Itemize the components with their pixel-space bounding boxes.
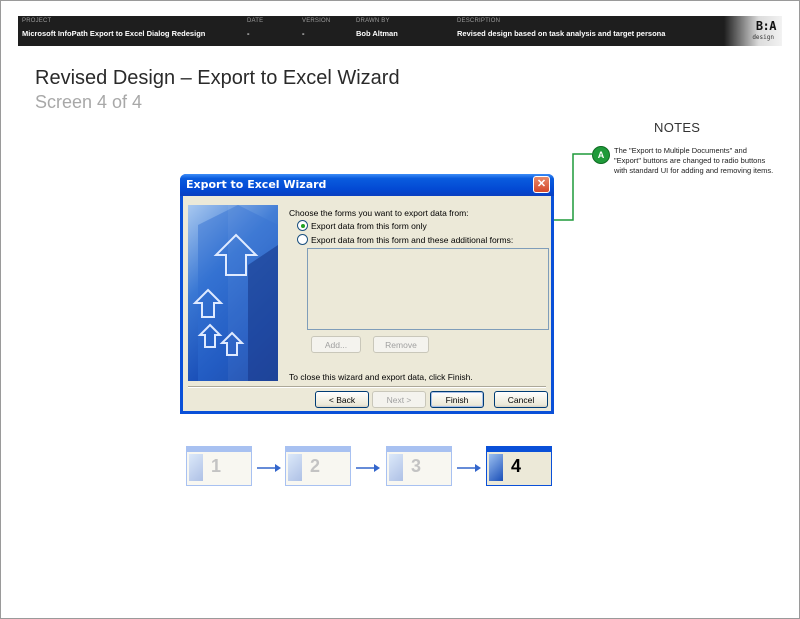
radio-export-additional-label: Export data from this form and these add… <box>311 235 514 245</box>
step-number: 4 <box>511 456 522 476</box>
thumb-art <box>489 454 503 481</box>
export-to-excel-wizard-dialog: Export to Excel Wizard ✕ Choose the form… <box>180 174 554 414</box>
thumb-body: 2 <box>285 451 351 486</box>
step-thumbnail-4[interactable]: 4 <box>486 446 552 486</box>
finish-instruction-text: To close this wizard and export data, cl… <box>289 372 473 382</box>
thumb-art <box>389 454 403 481</box>
remove-button[interactable]: Remove <box>373 336 429 353</box>
thumb-body: 4 <box>486 451 552 486</box>
thumb-body: 3 <box>386 451 452 486</box>
step-number: 2 <box>310 456 321 476</box>
step-thumbnail-2[interactable]: 2 <box>285 446 351 486</box>
radio-export-this-form[interactable]: Export data from this form only <box>297 220 427 231</box>
dialog-titlebar[interactable]: Export to Excel Wizard ✕ <box>180 174 554 196</box>
thumb-art <box>189 454 203 481</box>
radio-unselected-indicator[interactable] <box>297 234 308 245</box>
step-number: 1 <box>211 456 222 476</box>
wizard-side-graphic <box>188 205 278 381</box>
additional-forms-list[interactable] <box>307 248 549 330</box>
thumb-body: 1 <box>186 451 252 486</box>
button-separator <box>188 386 546 388</box>
step-arrow-icon <box>457 464 481 472</box>
step-number: 3 <box>411 456 422 476</box>
thumb-art <box>288 454 302 481</box>
next-button[interactable]: Next > <box>372 391 426 408</box>
cancel-button[interactable]: Cancel <box>494 391 548 408</box>
close-button[interactable]: ✕ <box>533 176 550 193</box>
step-thumbnail-1[interactable]: 1 <box>186 446 252 486</box>
step-arrow-icon <box>257 464 281 472</box>
step-arrow-icon <box>356 464 380 472</box>
finish-button[interactable]: Finish <box>430 391 484 408</box>
instruction-text: Choose the forms you want to export data… <box>289 208 469 218</box>
radio-export-additional-forms[interactable]: Export data from this form and these add… <box>297 234 513 245</box>
add-button[interactable]: Add... <box>311 336 361 353</box>
dialog-client-area: Choose the forms you want to export data… <box>183 196 551 411</box>
back-button[interactable]: < Back <box>315 391 369 408</box>
radio-selected-indicator[interactable] <box>297 220 308 231</box>
step-thumbnail-3[interactable]: 3 <box>386 446 452 486</box>
dialog-title: Export to Excel Wizard <box>186 178 327 191</box>
radio-export-this-form-label: Export data from this form only <box>311 221 427 231</box>
wizard-arrows-illustration <box>192 205 278 381</box>
